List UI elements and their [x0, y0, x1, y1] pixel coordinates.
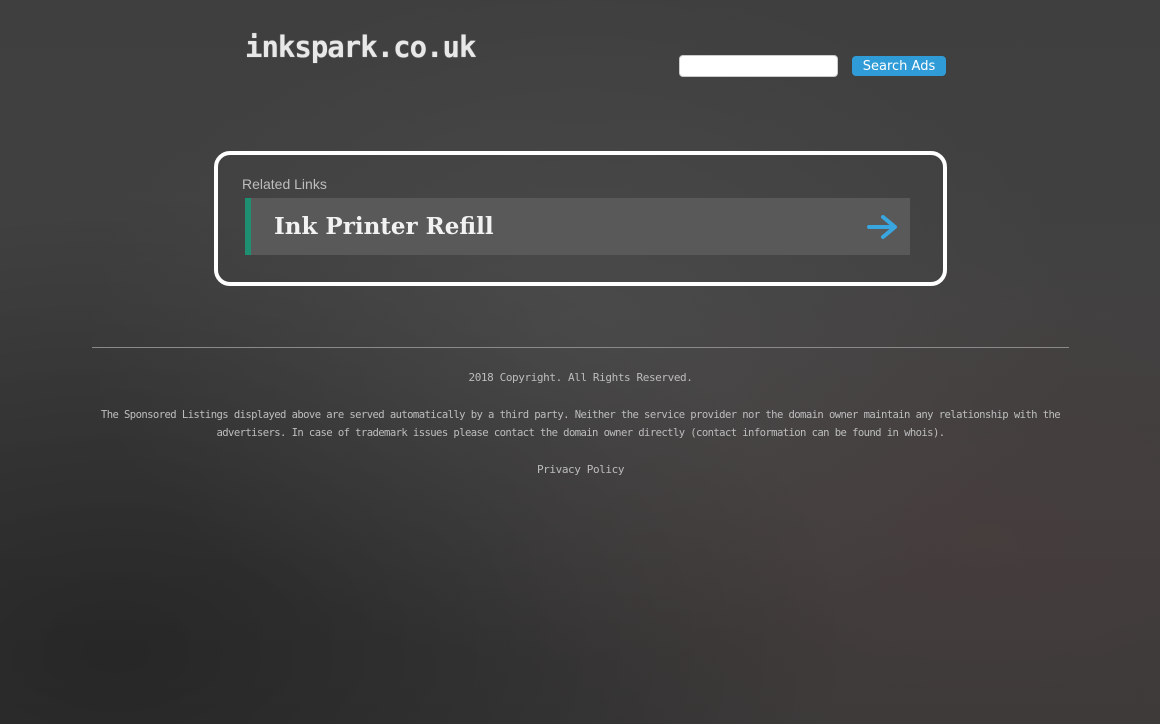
footer: 2018 Copyright. All Rights Reserved. The… — [92, 369, 1069, 478]
related-link-label[interactable]: Ink Printer Refill — [274, 213, 494, 240]
related-link-item[interactable]: Ink Printer Refill — [245, 198, 910, 255]
arrow-right-icon[interactable] — [866, 214, 900, 240]
privacy-policy-link[interactable]: Privacy Policy — [537, 463, 625, 476]
copyright-text: 2018 Copyright. All Rights Reserved. — [468, 371, 693, 384]
disclaimer-text: The Sponsored Listings displayed above a… — [100, 409, 1061, 439]
related-links-box: Related Links Ink Printer Refill — [214, 151, 947, 286]
site-logo[interactable]: inkspark.co.uk — [245, 30, 476, 64]
search-input[interactable] — [679, 55, 838, 77]
search-ads-button[interactable]: Search Ads — [852, 56, 946, 76]
search-form: Search Ads — [679, 55, 946, 77]
related-links-title: Related Links — [242, 176, 327, 192]
footer-divider — [92, 347, 1069, 348]
